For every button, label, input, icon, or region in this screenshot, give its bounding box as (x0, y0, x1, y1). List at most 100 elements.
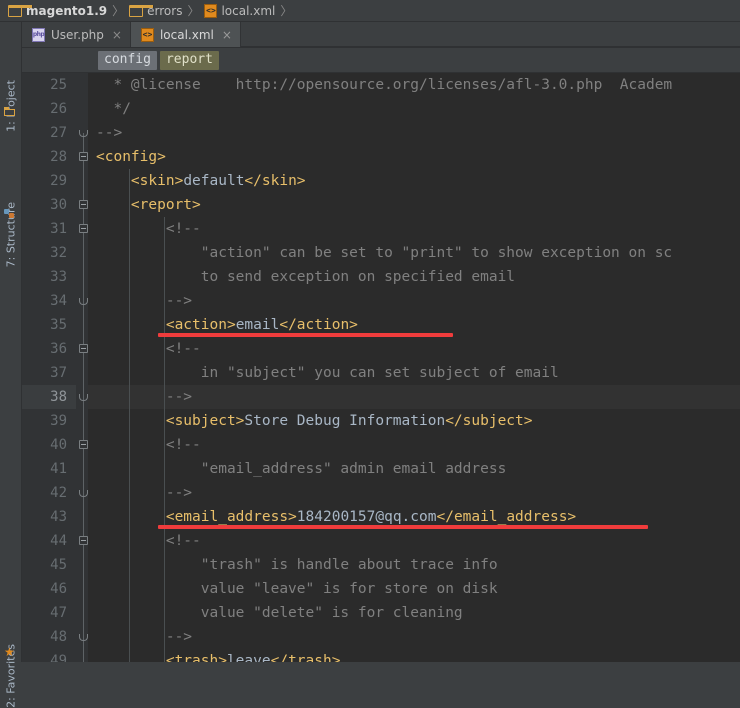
line-number: 35 (50, 317, 67, 333)
code-editor[interactable]: 25 26 27 28 29 30 31 32 33 34 35 36 37 38 39 40 41 42 43 44… (22, 73, 740, 662)
line-number: 44 (50, 533, 67, 549)
breadcrumb-item-file[interactable]: local.xml (202, 1, 277, 20)
breadcrumb-separator-icon: 〉 (112, 4, 125, 18)
code-token-comment: in "subject" you can set subject of emai… (96, 365, 559, 381)
code-line[interactable]: <subject>Store Debug Information</subjec… (88, 409, 740, 433)
code-token-tag: <subject> (96, 413, 245, 429)
code-token-comment: "trash" is handle about trace info (96, 557, 498, 573)
project-folder-icon (4, 106, 15, 117)
code-line[interactable]: */ (88, 97, 740, 121)
code-line[interactable]: --> (88, 625, 740, 649)
xml-file-icon (140, 27, 154, 42)
code-line[interactable]: --> (88, 289, 740, 313)
line-number: 42 (50, 485, 67, 501)
breadcrumb-item-project[interactable]: magento1.9 (6, 1, 109, 20)
fold-marker-box[interactable] (79, 152, 88, 161)
line-number: 41 (50, 461, 67, 477)
code-line[interactable]: in "subject" you can set subject of emai… (88, 361, 740, 385)
tab-local-xml[interactable]: local.xml × (130, 22, 241, 47)
fold-marker-box[interactable] (79, 224, 88, 233)
code-line[interactable]: "email_address" admin email address (88, 457, 740, 481)
fold-marker-box[interactable] (79, 536, 88, 545)
code-token-text: Store Debug Information (244, 413, 446, 429)
structure-icon (4, 208, 15, 219)
code-token-tag: <trash> (96, 653, 227, 662)
fold-marker-box[interactable] (79, 200, 88, 209)
line-number: 28 (50, 149, 67, 165)
code-line[interactable]: "trash" is handle about trace info (88, 553, 740, 577)
fold-marker-endarrow[interactable] (79, 634, 88, 641)
code-line[interactable]: <config> (88, 145, 740, 169)
breadcrumb-separator-icon: 〉 (187, 4, 200, 18)
structure-breadcrumb-bar: config report (22, 48, 740, 73)
left-tool-window-strip: 1: Project 7: Structure 2: Favorites ★ (0, 22, 22, 708)
line-number: 25 (50, 77, 67, 93)
code-token-tag: <action> (96, 317, 236, 333)
code-token-comment: <!-- (96, 533, 201, 549)
code-line[interactable]: to send exception on specified email (88, 265, 740, 289)
code-token-text: email (235, 317, 280, 333)
breadcrumb-label: magento1.9 (26, 3, 108, 18)
red-underline-email-address (158, 525, 648, 529)
code-token-comment: --> (96, 293, 193, 309)
red-underline-action (158, 333, 453, 337)
code-token-comment: --> (96, 629, 193, 645)
tab-bar-filler (240, 22, 740, 47)
fold-marker-endarrow[interactable] (79, 130, 88, 137)
code-line[interactable]: "action" can be set to "print" to show e… (88, 241, 740, 265)
code-line[interactable]: <!-- (88, 433, 740, 457)
code-token-text: leave (226, 653, 271, 662)
code-token-comment: value "leave" is for store on disk (96, 581, 498, 597)
code-token-tag: </trash> (270, 653, 341, 662)
code-token-comment: --> (96, 125, 123, 141)
fold-marker-endarrow[interactable] (79, 490, 88, 497)
tab-user-php[interactable]: User.php × (22, 22, 131, 47)
xml-file-icon (204, 3, 218, 18)
structure-crumb-config[interactable]: config (98, 50, 157, 70)
line-number: 45 (50, 557, 67, 573)
code-line[interactable]: * @license http://opensource.org/license… (88, 73, 740, 97)
code-token-comment: "email_address" admin email address (96, 461, 507, 477)
code-line[interactable]: <trash>leave</trash> (88, 649, 740, 662)
tab-label: User.php (51, 27, 104, 42)
editor-tab-bar: User.php × local.xml × (22, 22, 740, 48)
folder-icon (8, 4, 33, 17)
code-line[interactable]: <skin>default</skin> (88, 169, 740, 193)
line-number: 34 (50, 293, 67, 309)
line-number-gutter[interactable]: 25 26 27 28 29 30 31 32 33 34 35 36 37 38 39 40 41 42 43 44… (22, 73, 76, 662)
code-token-comment: <!-- (96, 341, 201, 357)
code-line[interactable]: <report> (88, 193, 740, 217)
code-text-pane[interactable]: * @license http://opensource.org/license… (88, 73, 740, 662)
code-token-comment: --> (96, 485, 193, 501)
code-line[interactable]: value "leave" is for store on disk (88, 577, 740, 601)
line-number: 38 (22, 385, 76, 409)
structure-crumb-report[interactable]: report (159, 50, 219, 70)
code-token-comment: */ (96, 101, 131, 117)
code-token-tag: <config> (96, 149, 166, 165)
code-token-tag: <email_address> (96, 509, 297, 525)
php-file-icon (32, 27, 45, 42)
code-folding-strip[interactable] (76, 73, 88, 662)
close-icon[interactable]: × (112, 29, 122, 41)
code-line[interactable]: value "delete" is for cleaning (88, 601, 740, 625)
code-line[interactable]: <!-- (88, 337, 740, 361)
breadcrumb-item-errors[interactable]: errors (127, 1, 184, 20)
code-line[interactable]: --> (88, 481, 740, 505)
code-token-comment: "action" can be set to "print" to show e… (96, 245, 673, 261)
close-icon[interactable]: × (222, 29, 232, 41)
fold-marker-box[interactable] (79, 344, 88, 353)
indent-guide (129, 169, 130, 662)
fold-marker-box[interactable] (79, 440, 88, 449)
tab-label: local.xml (159, 27, 214, 42)
code-line[interactable]: <!-- (88, 217, 740, 241)
code-token-comment: value "delete" is for cleaning (96, 605, 463, 621)
fold-marker-endarrow[interactable] (79, 394, 88, 401)
fold-marker-endarrow[interactable] (79, 298, 88, 305)
line-number: 40 (50, 437, 67, 453)
line-number: 27 (50, 125, 67, 141)
line-number: 31 (50, 221, 67, 237)
code-line[interactable]: <!-- (88, 529, 740, 553)
star-icon: ★ (4, 645, 15, 659)
code-line[interactable]: --> (88, 121, 740, 145)
code-line[interactable]: --> (88, 385, 740, 409)
